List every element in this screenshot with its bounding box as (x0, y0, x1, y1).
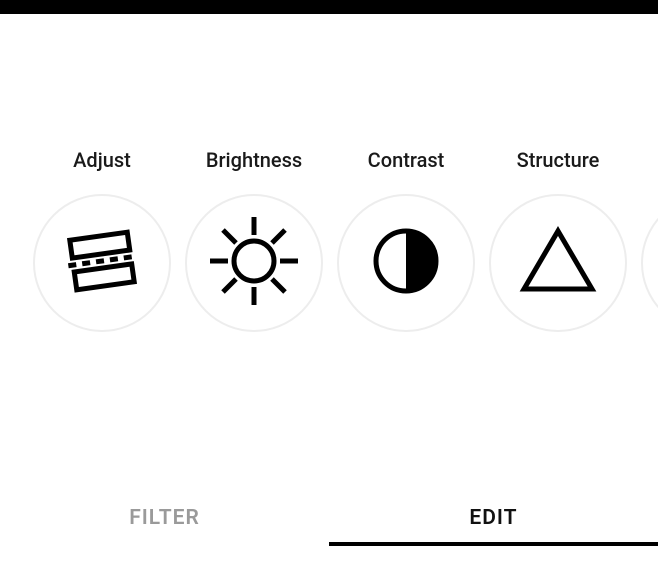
edit-tool-icon-circle (337, 194, 475, 332)
contrast-icon (371, 226, 441, 300)
edit-tool-icon-circle (185, 194, 323, 332)
bottom-tab-bar: FILTER EDIT (0, 490, 658, 546)
adjust-icon (63, 222, 141, 304)
brightness-icon (204, 211, 304, 315)
edit-tool-icon-circle (641, 194, 658, 332)
edit-tool-icon-circle (489, 194, 627, 332)
edit-tool-adjust[interactable]: Adjust (26, 148, 178, 332)
edit-tool-contrast[interactable]: Contrast (330, 148, 482, 332)
tab-filter[interactable]: FILTER (0, 490, 329, 546)
edit-tools-row: Adjust Brightness (0, 14, 658, 332)
edit-tool-structure[interactable]: Structure (482, 148, 634, 332)
structure-icon (518, 225, 598, 301)
edit-tool-label: Brightness (206, 148, 302, 172)
top-black-bar (0, 0, 658, 14)
edit-tool-label: Contrast (368, 148, 445, 172)
edit-tool-label: Adjust (73, 148, 131, 172)
tab-edit[interactable]: EDIT (329, 490, 658, 546)
edit-tool-label: Structure (517, 148, 600, 172)
edit-tool-warmth-partial[interactable]: W (634, 148, 658, 332)
edit-tool-icon-circle (33, 194, 171, 332)
edit-tool-brightness[interactable]: Brightness (178, 148, 330, 332)
